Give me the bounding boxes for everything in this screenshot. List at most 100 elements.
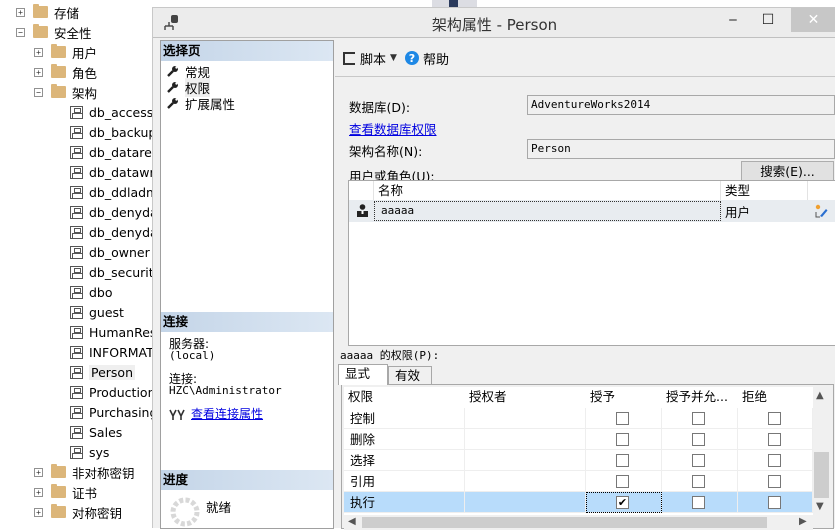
permission-row[interactable]: 选择 [344, 450, 813, 471]
column-header-grantor[interactable]: 授权者 [465, 387, 586, 406]
tree-node[interactable]: Purchasing [70, 402, 152, 422]
tree-node[interactable]: + 对称密钥 [34, 502, 122, 522]
minimize-button[interactable]: ‒ [718, 8, 748, 32]
tree-node[interactable]: sys [70, 442, 109, 462]
tree-node[interactable]: db_denydatareader [70, 202, 152, 222]
dropdown-arrow-icon[interactable]: ▼ [390, 53, 397, 63]
expand-icon[interactable]: + [34, 67, 43, 77]
help-button[interactable]: ? 帮助 [404, 49, 449, 68]
tree-node[interactable]: + 角色 [34, 62, 97, 82]
scroll-left-arrow-icon[interactable]: ◀ [348, 516, 356, 527]
tree-node[interactable]: INFORMATION_SCHEMA [70, 342, 152, 362]
expand-icon[interactable]: + [16, 7, 25, 17]
column-header-with-grant[interactable]: 授予并允... [662, 387, 738, 406]
tree-node-label: INFORMATION_SCHEMA [89, 344, 152, 360]
scroll-down-arrow-icon[interactable]: ▼ [816, 501, 824, 512]
deny-cell [738, 471, 813, 492]
tree-node[interactable]: db_datareader [70, 142, 152, 162]
tree-node[interactable]: db_owner [70, 242, 150, 262]
tree-node-label: db_datawriter [89, 164, 152, 180]
scroll-up-arrow-icon[interactable]: ▲ [816, 390, 824, 401]
deny-checkbox[interactable] [767, 433, 781, 446]
with-grant-checkbox[interactable] [692, 433, 705, 446]
view-connection-properties-link[interactable]: 查看连接属性 [191, 405, 263, 422]
collapse-icon[interactable]: − [34, 87, 43, 97]
vertical-scroll-thumb[interactable] [814, 452, 829, 498]
connection-header: 连接 [161, 312, 333, 332]
edit-user-icon[interactable] [814, 203, 828, 218]
schema-icon [70, 205, 83, 219]
help-icon: ? [404, 51, 419, 65]
permission-row[interactable]: 执行 ✔ [344, 492, 813, 513]
column-header-permission[interactable]: 权限 [344, 387, 464, 406]
tree-node[interactable]: Sales [70, 422, 122, 442]
tree-node[interactable]: db_ddladmin [70, 182, 152, 202]
expand-icon[interactable]: + [34, 487, 43, 497]
deny-checkbox[interactable] [767, 496, 781, 509]
tab-explicit[interactable]: 显式 [338, 364, 388, 385]
tree-node-label: 角色 [72, 65, 98, 81]
view-database-permissions-link[interactable]: 查看数据库权限 [349, 119, 437, 138]
tree-node[interactable]: + 证书 [34, 482, 97, 502]
with-grant-checkbox[interactable] [692, 496, 705, 509]
expand-icon[interactable]: + [34, 47, 43, 57]
grant-checkbox[interactable] [616, 412, 629, 425]
tree-node[interactable]: − 架构 [34, 82, 97, 102]
expand-icon[interactable]: + [34, 507, 43, 517]
grant-checkbox[interactable] [616, 475, 629, 488]
tree-node[interactable]: db_backupoperator [70, 122, 152, 142]
user-name-cell[interactable]: aaaaa [374, 201, 721, 221]
vertical-scrollbar[interactable]: ▲ ▼ [813, 387, 831, 515]
grant-checkbox[interactable] [616, 454, 629, 467]
close-button[interactable]: ✕ [791, 8, 835, 32]
title-bar[interactable]: 架构属性 - Person ‒ ☐ ✕ [153, 8, 835, 38]
with-grant-checkbox[interactable] [692, 475, 705, 488]
tree-node[interactable]: db_accessadmin [70, 102, 152, 122]
schema-icon [70, 225, 83, 239]
tree-node[interactable]: db_denydatawriter [70, 222, 152, 242]
permission-row[interactable]: 控制 [344, 408, 813, 429]
table-row[interactable]: aaaaa 用户 [349, 200, 835, 222]
select-page-label: 扩展属性 [185, 96, 236, 112]
folder-icon [51, 484, 66, 498]
maximize-button[interactable]: ☐ [753, 8, 783, 32]
grant-cell: ✔ [586, 492, 662, 513]
collapse-icon[interactable]: − [16, 27, 25, 37]
script-button[interactable]: 脚本 ▼ [343, 49, 397, 68]
right-pane: 脚本 ▼ ? 帮助 数据库(D): AdventureWorks2014 查看数… [335, 40, 835, 530]
deny-checkbox[interactable] [767, 412, 781, 425]
folder-icon [33, 4, 48, 18]
schema-icon [70, 165, 83, 179]
permission-row[interactable]: 引用 [344, 471, 813, 492]
horizontal-scroll-thumb[interactable] [362, 517, 767, 528]
grant-checkbox[interactable] [616, 433, 629, 446]
grant-checkbox[interactable]: ✔ [616, 496, 629, 509]
schema-icon [70, 445, 83, 459]
tree-node[interactable]: + 用户 [34, 42, 97, 62]
select-page-item[interactable]: 扩展属性 [167, 95, 236, 112]
column-header-grant[interactable]: 授予 [586, 387, 662, 406]
tree-node[interactable]: + 存储 [16, 2, 79, 22]
tree-node[interactable]: db_securityadmin [70, 262, 152, 282]
with-grant-checkbox[interactable] [692, 454, 705, 467]
tree-node[interactable]: + 非对称密钥 [34, 462, 135, 482]
column-header-deny[interactable]: 拒绝 [738, 387, 813, 406]
tree-node[interactable]: HumanResources [70, 322, 152, 342]
expand-icon[interactable]: + [34, 467, 43, 477]
column-header-name[interactable]: 名称 [374, 181, 721, 200]
column-header-type[interactable]: 类型 [721, 181, 808, 200]
schema-icon [70, 145, 83, 159]
with-grant-checkbox[interactable] [692, 412, 705, 425]
tree-node[interactable]: Person [70, 362, 136, 382]
tree-node[interactable]: guest [70, 302, 124, 322]
tab-effective[interactable]: 有效 [388, 366, 432, 386]
tree-node[interactable]: − 安全性 [16, 22, 92, 42]
tree-node[interactable]: Production [70, 382, 152, 402]
scroll-right-arrow-icon[interactable]: ▶ [799, 516, 807, 527]
permission-row[interactable]: 删除 [344, 429, 813, 450]
schema-name-field[interactable]: Person [527, 139, 835, 159]
tree-node[interactable]: dbo [70, 282, 113, 302]
deny-checkbox[interactable] [767, 475, 781, 488]
tree-node[interactable]: db_datawriter [70, 162, 152, 182]
deny-checkbox[interactable] [767, 454, 781, 467]
